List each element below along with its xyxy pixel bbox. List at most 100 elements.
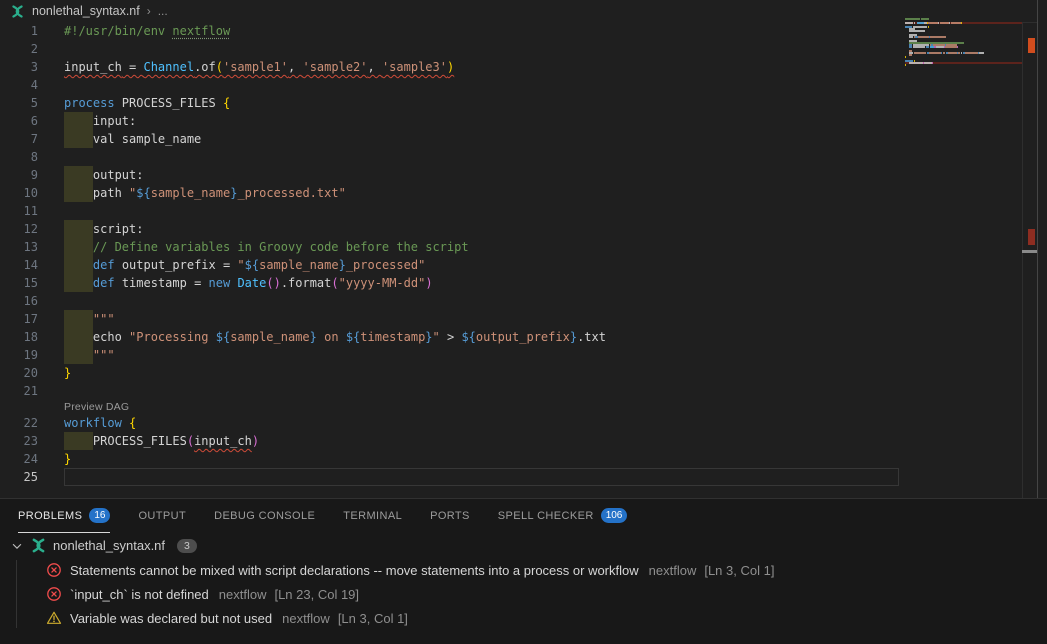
panel-tab-debug-console[interactable]: DEBUG CONSOLE [214, 499, 315, 533]
code-line[interactable]: 5process PROCESS_FILES { [0, 94, 905, 112]
breadcrumb-ellipsis[interactable]: ... [158, 4, 168, 18]
code-line[interactable]: 23 PROCESS_FILES(input_ch) [0, 432, 905, 450]
breadcrumb-filename[interactable]: nonlethal_syntax.nf [32, 4, 140, 18]
problem-row[interactable]: Variable was declared but not usednextfl… [0, 606, 1047, 630]
problem-row[interactable]: `input_ch` is not definednextflow[Ln 23,… [0, 582, 1047, 606]
warning-icon [46, 610, 62, 626]
problem-location: [Ln 3, Col 1] [338, 611, 408, 626]
problem-location: [Ln 3, Col 1] [704, 563, 774, 578]
code-line[interactable]: 17 """ [0, 310, 905, 328]
code-line[interactable]: 20} [0, 364, 905, 382]
chevron-down-icon[interactable] [10, 539, 24, 553]
line-number: 6 [0, 112, 38, 130]
code-token: { [129, 416, 136, 430]
minimap-line [905, 66, 1022, 68]
panel-tab-output[interactable]: OUTPUT [138, 499, 186, 533]
code-token: ${ [216, 330, 230, 344]
code-line-content: script: [64, 220, 899, 238]
indent-highlight [64, 346, 93, 364]
code-line-content: } [64, 364, 899, 382]
code-line[interactable]: 25 [0, 468, 905, 486]
code-line[interactable]: 12 script: [0, 220, 905, 238]
line-number: 2 [0, 40, 38, 58]
code-token: ( [216, 60, 223, 74]
code-token: } [64, 366, 71, 380]
problem-message: `input_ch` is not defined [70, 587, 209, 602]
code-line-content [64, 202, 899, 220]
code-token: ) [252, 434, 259, 448]
code-line[interactable]: 13 // Define variables in Groovy code be… [0, 238, 905, 256]
line-number: 17 [0, 310, 38, 328]
line-number: 5 [0, 94, 38, 112]
code-line-content [64, 382, 899, 400]
code-line[interactable]: 2 [0, 40, 905, 58]
code-token: on [317, 330, 346, 344]
panel-tab-problems[interactable]: PROBLEMS16 [18, 499, 110, 533]
error-icon [46, 562, 62, 578]
code-token: ) [425, 276, 432, 290]
code-editor[interactable]: 1#!/usr/bin/env nextflow23input_ch = Cha… [0, 22, 905, 486]
indent-highlight [64, 112, 93, 130]
line-number: 15 [0, 274, 38, 292]
code-token: """ [93, 312, 115, 326]
line-number: 21 [0, 382, 38, 400]
tree-indent-guide [16, 560, 17, 628]
code-line-content: // Define variables in Groovy code befor… [64, 238, 899, 256]
code-token: process [64, 96, 115, 110]
panel-tab-label: DEBUG CONSOLE [214, 510, 315, 522]
code-line[interactable]: 6 input: [0, 112, 905, 130]
code-line[interactable]: 24} [0, 450, 905, 468]
overview-ruler-marker [1022, 250, 1037, 253]
code-line[interactable]: 22workflow { [0, 414, 905, 432]
code-token [122, 416, 129, 430]
code-line[interactable]: 1#!/usr/bin/env nextflow [0, 22, 905, 40]
line-number: 20 [0, 364, 38, 382]
code-token: "yyyy-MM-dd" [339, 276, 426, 290]
code-line-content: val sample_name [64, 130, 899, 148]
code-line-content: def output_prefix = "${sample_name}_proc… [64, 256, 899, 274]
code-token: new [209, 276, 231, 290]
code-line[interactable]: 15 def timestamp = new Date().format("yy… [0, 274, 905, 292]
code-token: of [201, 60, 215, 74]
code-line[interactable]: 9 output: [0, 166, 905, 184]
code-line[interactable]: 10 path "${sample_name}_processed.txt" [0, 184, 905, 202]
code-token: _processed" [346, 258, 425, 272]
breadcrumb[interactable]: nonlethal_syntax.nf › ... [0, 0, 1047, 22]
bottom-panel: PROBLEMS16 OUTPUT DEBUG CONSOLE TERMINAL POR… [0, 498, 1047, 644]
code-line-content [64, 468, 899, 486]
code-line[interactable]: 7 val sample_name [0, 130, 905, 148]
problem-row[interactable]: Statements cannot be mixed with script d… [0, 558, 1047, 582]
codelens-preview-dag[interactable]: Preview DAG [64, 401, 129, 413]
code-line-content: """ [64, 310, 899, 328]
line-number: 7 [0, 130, 38, 148]
problems-file-group[interactable]: nonlethal_syntax.nf 3 [0, 533, 1047, 558]
code-line[interactable]: 14 def output_prefix = "${sample_name}_p… [0, 256, 905, 274]
panel-tab-terminal[interactable]: TERMINAL [343, 499, 402, 533]
problem-location: [Ln 23, Col 19] [274, 587, 359, 602]
code-line-content [64, 40, 899, 58]
line-number: 16 [0, 292, 38, 310]
code-line[interactable]: 18 echo "Processing ${sample_name} on ${… [0, 328, 905, 346]
code-line-content [64, 76, 899, 94]
code-line[interactable]: 8 [0, 148, 905, 166]
nextflow-file-icon [30, 537, 47, 554]
code-line[interactable]: 19 """ [0, 346, 905, 364]
code-line[interactable]: 16 [0, 292, 905, 310]
code-line-content: input: [64, 112, 899, 130]
code-token: ( [331, 276, 338, 290]
code-line[interactable]: 3input_ch = Channel.of('sample1', 'sampl… [0, 58, 905, 76]
code-line[interactable]: 4 [0, 76, 905, 94]
code-token: } [310, 330, 317, 344]
line-number: 19 [0, 346, 38, 364]
panel-tab-ports[interactable]: PORTS [430, 499, 470, 533]
tab-count-badge: 106 [601, 508, 628, 523]
code-line-content: PROCESS_FILES(input_ch) [64, 432, 899, 450]
minimap[interactable] [905, 18, 1022, 78]
minimap-border [1022, 22, 1023, 498]
code-line[interactable]: 21 [0, 382, 905, 400]
problems-filename: nonlethal_syntax.nf [53, 538, 165, 553]
code-token: " [237, 258, 244, 272]
code-line[interactable]: 11 [0, 202, 905, 220]
panel-tab-spell-checker[interactable]: SPELL CHECKER106 [498, 499, 628, 533]
panel-tabs: PROBLEMS16 OUTPUT DEBUG CONSOLE TERMINAL POR… [0, 499, 1047, 533]
